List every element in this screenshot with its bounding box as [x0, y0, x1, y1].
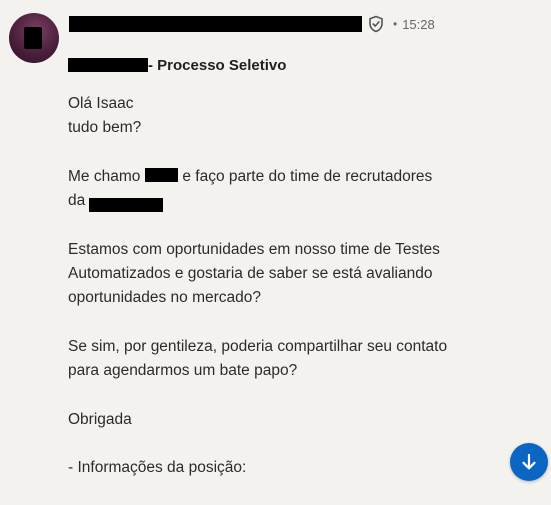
- separator-dot: •: [393, 17, 398, 31]
- company-name-redacted: [89, 198, 164, 213]
- intro-text: da: [68, 192, 86, 210]
- recruiter-name-redacted: [145, 167, 179, 182]
- position-info-paragraph: - Informações da posição:: [68, 456, 508, 480]
- signoff-paragraph: Obrigada: [68, 408, 508, 432]
- intro-text: e faço parte do time de recrutadores: [182, 167, 433, 185]
- arrow-down-icon: [522, 453, 536, 470]
- position-info: - Informações da posição:: [68, 459, 247, 477]
- body-line: Estamos com oportunidades em nosso time …: [68, 240, 440, 258]
- opportunity-paragraph: Estamos com oportunidades em nosso time …: [68, 238, 508, 311]
- message-header: • 15:28: [69, 14, 435, 34]
- greeting-line: tudo bem?: [68, 119, 142, 137]
- body-line: Se sim, por gentileza, poderia compartil…: [68, 337, 448, 355]
- avatar[interactable]: [9, 13, 59, 63]
- body-line: Automatizados e gostaria de saber se est…: [68, 265, 433, 283]
- message-subject: - Processo Seletivo: [68, 55, 286, 75]
- sign-off: Obrigada: [68, 410, 132, 428]
- greeting-line: Olá Isaac: [68, 95, 134, 112]
- intro-text: Me chamo: [68, 167, 141, 185]
- body-line: oportunidades no mercado?: [68, 289, 262, 307]
- intro-line: Me chamo e faço parte do time de recrutad…: [68, 165, 508, 189]
- message-item: • 15:28 - Processo Seletivo Olá Isaac tu…: [0, 0, 551, 502]
- message-body: Olá Isaac tudo bem? Me chamo e faço parte…: [68, 92, 508, 505]
- sender-name-redacted[interactable]: [69, 16, 362, 32]
- greeting-paragraph: Olá Isaac tudo bem?: [68, 92, 508, 141]
- request-paragraph: Se sim, por gentileza, poderia compartil…: [68, 335, 508, 384]
- subject-text: - Processo Seletivo: [148, 56, 287, 74]
- avatar-redaction: [24, 27, 42, 49]
- subject-company-redacted: [68, 58, 148, 72]
- scroll-to-bottom-button[interactable]: [510, 443, 548, 481]
- intro-line: da: [68, 189, 508, 213]
- message-timestamp: 15:28: [402, 16, 435, 32]
- intro-paragraph: Me chamo e faço parte do time de recrutad…: [68, 165, 508, 214]
- shield-check-icon: [365, 14, 387, 34]
- body-line: para agendarmos um bate papo?: [68, 362, 298, 380]
